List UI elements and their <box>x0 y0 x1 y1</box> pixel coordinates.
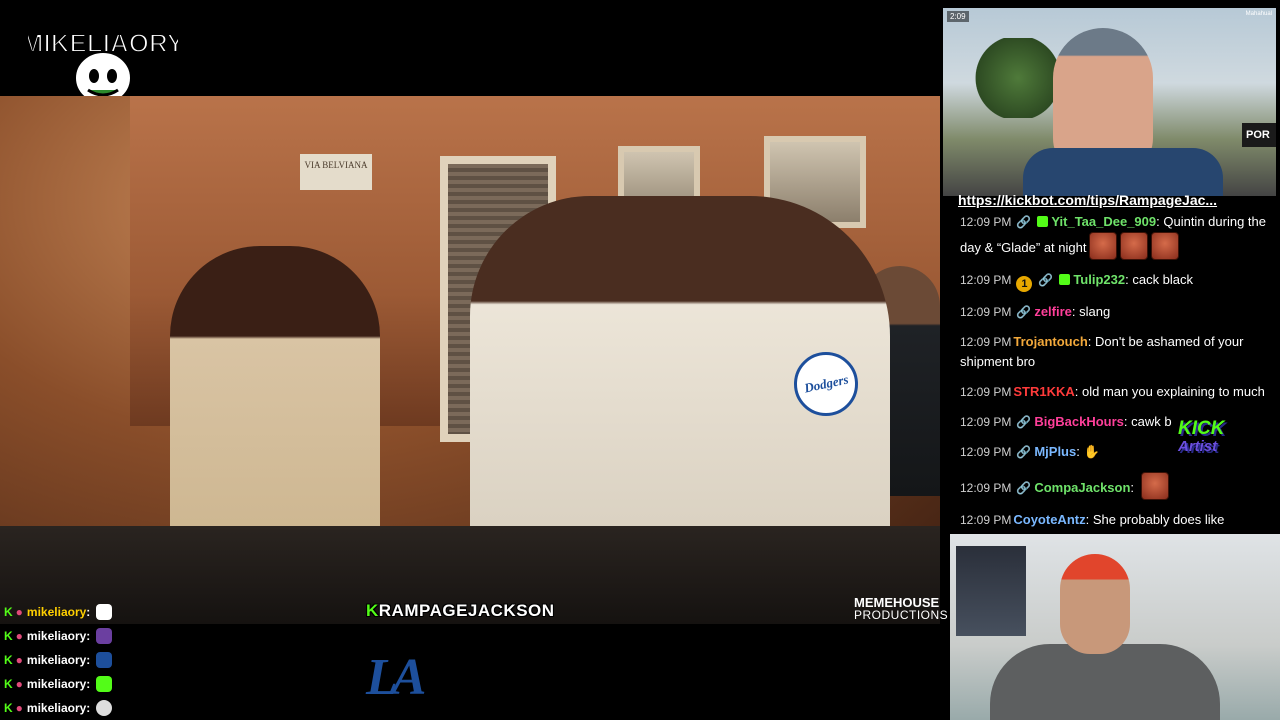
la-logo: LA <box>366 649 427 706</box>
chat-message: 12:09 PM 🔗 Yit_Taa_Dee_909: Quintin during… <box>950 212 1276 260</box>
kick-icon: K <box>4 701 13 715</box>
emote-icon <box>96 604 113 620</box>
overlay-chat-row: K ● mikeliaory: <box>4 672 364 696</box>
guest-name-plate: K RAMPAGEJACKSON <box>366 601 555 620</box>
kick-icon: K <box>4 653 13 667</box>
link-icon: 🔗 <box>1016 481 1032 495</box>
shop-sign: POR <box>1242 123 1276 147</box>
mic-icon: ● <box>15 701 23 715</box>
chat-message: 12:09 PM 1 🔗 Tulip232: cack black <box>960 272 1194 292</box>
stream-video[interactable]: VIA BELVIANA <box>0 96 940 624</box>
link-icon: 🔗 <box>1016 215 1032 229</box>
memehouse-watermark: MEMEHOUSE PRODUCTIONS <box>854 595 949 622</box>
dodgers-icon <box>96 700 113 716</box>
wall-poster <box>956 546 1026 636</box>
streamer-shirt <box>1023 148 1223 196</box>
chat-message: 12:09 PM 🔗 MjPlus: ✋ <box>960 444 1100 459</box>
link-icon: 🔗 <box>1016 415 1032 429</box>
chat-message: 12:09 PM 🔗 BigBackHours: cawk b <box>960 414 1172 429</box>
la-icon <box>96 652 113 668</box>
mic-icon: ● <box>15 605 23 619</box>
mic-icon: ● <box>15 653 23 667</box>
location-text: Mahahual <box>1245 11 1272 17</box>
overlay-chat-row: K ● mikeliaory: <box>4 600 364 624</box>
mic-icon: ● <box>15 629 23 643</box>
lakers-icon <box>96 628 113 644</box>
chat-message: 12:09 PM CoyoteAntz: She probably does li… <box>960 512 1225 527</box>
tip-link[interactable]: https://kickbot.com/tips/RampageJac... <box>958 192 1217 208</box>
face-emote-icon <box>1140 472 1169 500</box>
overlay-chat-row: K ● mikeliaory: <box>4 624 364 648</box>
overlay-chat-row: K ● mikeliaory: <box>4 696 364 720</box>
dodgers-logo: Dodgers <box>794 352 858 416</box>
overlay-chat: K ● mikeliaory: K ● mikeliaory: K ● mikeliaory… <box>4 600 364 720</box>
kick-icon: K <box>4 677 13 691</box>
chat-message: 12:09 PM 🔗 CompaJackson: <box>950 472 1276 500</box>
street-sign: VIA BELVIANA <box>300 154 372 190</box>
irl-camera-feed[interactable]: 2:09 Mahahual POR <box>943 8 1276 196</box>
link-icon: 🔗 <box>1016 445 1032 459</box>
woman-figure <box>170 246 380 546</box>
palm-tree <box>973 38 1063 118</box>
overlay-chat-row: K ● mikeliaory: <box>4 648 364 672</box>
kick-emote-icon <box>96 676 113 692</box>
kick-icon: K <box>4 629 13 643</box>
hand-emote-icon: ✋ <box>1083 444 1100 459</box>
sub-badge-icon: 1 <box>1016 276 1033 292</box>
chat-message: 12:09 PM Trojantouch: Don't be ashamed of… <box>960 334 1244 369</box>
channel-logo: MIKELIAORY <box>28 27 178 105</box>
streamer-body <box>990 644 1220 720</box>
chat-message: 12:09 PM 🔗 zelfire: slang <box>960 304 1111 319</box>
face-emote-icon <box>1151 232 1180 260</box>
mic-icon: ● <box>15 677 23 691</box>
face-emote-icon <box>1120 232 1149 260</box>
clock-text: 2:09 <box>947 11 969 22</box>
face-emote-icon <box>1089 232 1118 260</box>
webcam-feed[interactable] <box>950 534 1280 720</box>
streamer-head <box>1060 554 1130 654</box>
chat-panel: 12:09 PM 🔗 Yit_Taa_Dee_909: Quintin during… <box>950 212 1276 540</box>
kick-artist-emote: KICK Artist <box>1178 418 1225 455</box>
chat-message: 12:09 PM STR1KKA: old man you explaining … <box>960 384 1265 399</box>
kick-icon: K <box>4 605 13 619</box>
kick-k-icon: K <box>366 601 379 620</box>
link-icon: 🔗 <box>1038 273 1054 287</box>
logo-text: MIKELIAORY <box>28 28 178 58</box>
mod-badge-icon <box>1037 216 1049 227</box>
mod-badge-icon <box>1059 274 1071 285</box>
link-icon: 🔗 <box>1016 305 1032 319</box>
